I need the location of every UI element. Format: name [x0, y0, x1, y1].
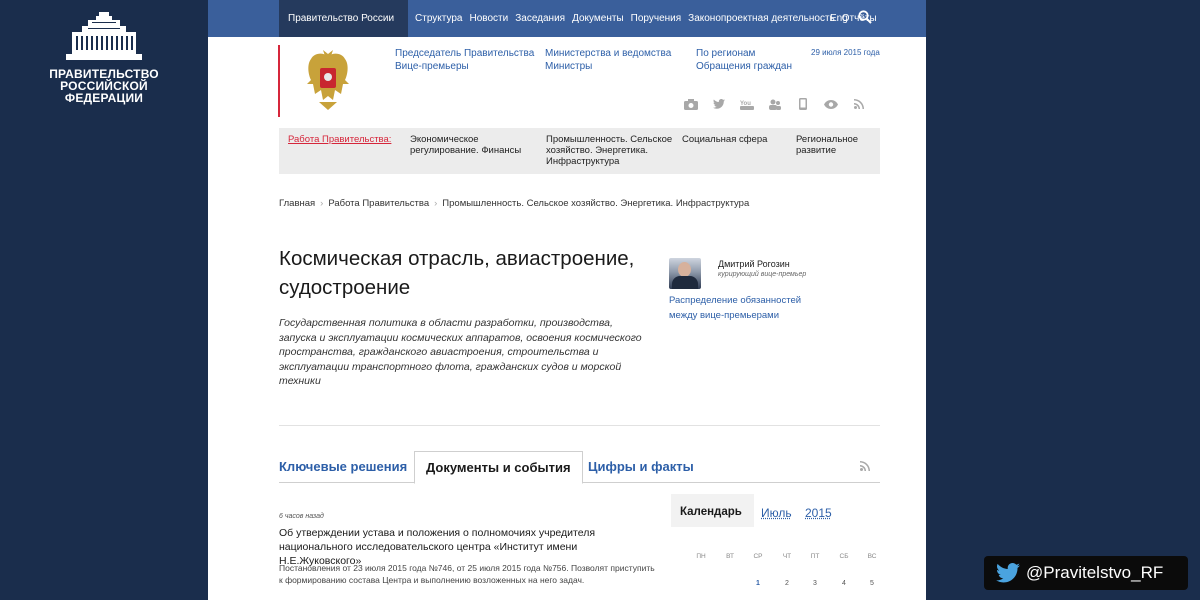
breadcrumb: Главная › Работа Правительства › Промышленно…	[279, 198, 749, 209]
breadcrumb-home[interactable]: Главная	[279, 198, 315, 209]
nav-documents[interactable]: Документы	[572, 13, 624, 24]
nav-news[interactable]: Новости	[470, 13, 509, 24]
worknav-economy[interactable]: Экономическое регулирование. Финансы	[410, 134, 521, 156]
nav-structure[interactable]: Структура	[415, 13, 462, 24]
weekday-label: ВТ	[726, 553, 734, 560]
calendar-day[interactable]: 5	[862, 580, 882, 587]
site-header: Председатель Правительства Вице-премьеры…	[208, 37, 926, 127]
page-content: Правительство России Структура Новости З…	[208, 0, 926, 600]
government-work-label[interactable]: Работа Правительства:	[288, 134, 391, 145]
language-switch[interactable]: Eng	[830, 13, 848, 24]
calendar-day[interactable]: 4	[834, 580, 854, 587]
worknav-industry[interactable]: Промышленность. Сельское хозяйство. Энер…	[546, 134, 672, 167]
link-chairman[interactable]: Председатель Правительства	[395, 47, 534, 60]
rss-feed-icon[interactable]	[860, 461, 870, 471]
social-icons: You	[683, 98, 867, 113]
calendar-day[interactable]: 3	[805, 580, 825, 587]
people-icon[interactable]	[767, 99, 783, 113]
accent-line	[278, 45, 280, 117]
weekday-label: СБ	[839, 553, 849, 560]
link-regions[interactable]: По регионам	[696, 47, 792, 60]
worknav-social-line-1: Социальная сфера	[682, 134, 768, 145]
coat-of-arms-icon[interactable]	[305, 50, 351, 112]
twitter-badge[interactable]: @Pravitelstvo_RF	[984, 556, 1188, 590]
government-building-icon	[66, 12, 142, 60]
worknav-social[interactable]: Социальная сфера	[682, 134, 767, 145]
page-title-line-2: судостроение	[279, 276, 411, 299]
youtube-icon[interactable]: You	[739, 99, 755, 113]
page-title: Космическая отрасль, авиастроение, судос…	[279, 244, 649, 302]
page-title-line-1: Космическая отрасль, авиастроение,	[279, 247, 635, 270]
rss-icon[interactable]	[851, 99, 867, 112]
worknav-regional-line-1: Региональное	[796, 134, 859, 145]
link-ministers[interactable]: Министры	[545, 60, 671, 73]
tab-documents-events[interactable]: Документы и события	[414, 451, 583, 484]
worknav-industry-line-3: Инфраструктура	[546, 156, 620, 167]
tab-facts-figures[interactable]: Цифры и факты	[588, 451, 694, 483]
duties-distribution-link[interactable]: Распределение обязанностей между вице-пр…	[669, 294, 809, 323]
weekday-label: СР	[753, 553, 763, 560]
search-icon[interactable]	[858, 10, 872, 24]
calendar-day[interactable]: 2	[777, 580, 797, 587]
link-citizen-appeals[interactable]: Обращения граждан	[696, 60, 792, 73]
worknav-economy-line-1: Экономическое	[410, 134, 479, 145]
eye-icon[interactable]	[823, 99, 839, 112]
calendar-title: Календарь	[680, 506, 742, 518]
nav-legislation[interactable]: Законопроектная деятельность	[688, 13, 835, 24]
breadcrumb-current[interactable]: Промышленность. Сельское хозяйство. Энер…	[442, 198, 749, 209]
weekday-label: ПН	[696, 553, 706, 560]
nav-meetings[interactable]: Заседания	[515, 13, 565, 24]
weekday-label: ПТ	[810, 553, 820, 560]
tab-key-decisions[interactable]: Ключевые решения	[279, 451, 407, 483]
calendar-month-select[interactable]: Июль	[761, 506, 792, 520]
weekday-label: ВС	[867, 553, 877, 560]
twitter-icon[interactable]	[711, 99, 727, 112]
section-description: Государственная политика в области разра…	[279, 317, 642, 387]
weekday-label: ЧТ	[782, 553, 792, 560]
link-vice-premiers[interactable]: Вице-премьеры	[395, 60, 534, 73]
current-date: 29 июля 2015 года	[811, 48, 880, 57]
calendar-day[interactable]: 1	[748, 580, 768, 587]
twitter-bird-icon	[996, 563, 1020, 583]
nav-orders[interactable]: Поручения	[631, 13, 682, 24]
twitter-handle: @Pravitelstvo_RF	[1026, 563, 1164, 582]
worknav-industry-line-1: Промышленность. Сельское	[546, 134, 673, 145]
breadcrumb-government-work[interactable]: Работа Правительства	[328, 198, 429, 209]
worknav-industry-line-2: хозяйство. Энергетика.	[546, 145, 649, 156]
breadcrumb-separator-icon: ›	[320, 198, 324, 209]
avatar	[669, 258, 701, 289]
calendar-header: Календарь Июль 2015	[671, 494, 881, 527]
news-timestamp: 6 часов назад	[279, 513, 324, 520]
person-name: Дмитрий Рогозин	[718, 259, 790, 269]
worknav-regional-line-2: развитие	[796, 145, 837, 156]
government-work-nav: Работа Правительства: Экономическое регу…	[279, 128, 880, 174]
content-tabs: Ключевые решения Документы и события Циф…	[279, 451, 880, 484]
top-navigation: Правительство России Структура Новости З…	[208, 0, 926, 37]
calendar-selectors: Июль 2015	[754, 494, 881, 527]
breadcrumb-separator-icon: ›	[434, 198, 438, 209]
calendar-widget: Календарь Июль 2015 ПН ВТ СР ЧТ ПТ СБ ВС…	[671, 494, 881, 600]
news-summary: Постановления от 23 июля 2015 года №746,…	[279, 563, 655, 585]
mobile-icon[interactable]	[795, 98, 811, 113]
person-role: курирующий вице-премьер	[718, 271, 807, 278]
divider	[279, 425, 880, 426]
camera-icon[interactable]	[683, 98, 699, 113]
logo-line-3: ФЕДЕРАЦИИ	[64, 91, 144, 105]
worknav-economy-line-2: регулирование. Финансы	[410, 145, 522, 156]
calendar-year-select[interactable]: 2015	[805, 506, 832, 520]
link-ministries[interactable]: Министерства и ведомства	[545, 47, 671, 60]
worknav-regional[interactable]: Региональное развитие	[796, 134, 858, 156]
nav-home[interactable]: Правительство России	[279, 0, 409, 37]
government-logo[interactable]: ПРАВИТЕЛЬСТВО РОССИЙСКОЙ ФЕДЕРАЦИИ	[0, 0, 208, 104]
